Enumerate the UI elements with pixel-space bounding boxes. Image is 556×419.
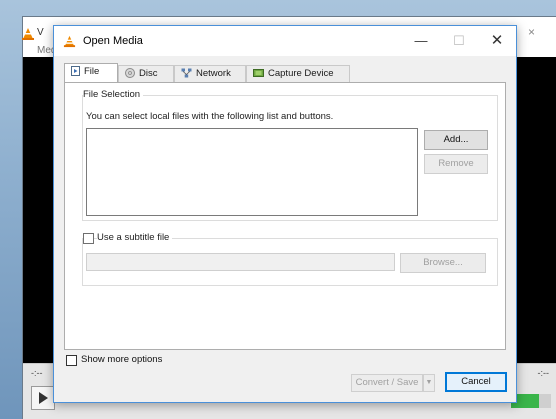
total-time: -:-- — [537, 368, 550, 378]
chevron-down-icon: ▼ — [425, 379, 433, 386]
dialog-title: Open Media — [83, 35, 143, 47]
file-list[interactable] — [86, 128, 418, 216]
media-source-tabs: File Disc Network Capture Device — [64, 63, 504, 83]
capture-device-icon — [253, 69, 264, 78]
minimize-button[interactable]: — — [402, 26, 440, 56]
file-selection-description: You can select local files with the foll… — [86, 111, 334, 122]
vlc-cone-icon — [22, 28, 34, 40]
file-selection-group: File Selection You can select local file… — [82, 89, 498, 221]
vlc-cone-icon — [63, 35, 76, 48]
volume-slider[interactable] — [511, 394, 551, 408]
close-button[interactable]: ✕ — [478, 26, 516, 56]
convert-save-button[interactable]: Convert / Save — [351, 374, 423, 392]
tab-capture-device[interactable]: Capture Device — [246, 65, 350, 82]
disc-icon — [125, 68, 135, 79]
remove-button[interactable]: Remove — [424, 154, 488, 174]
show-more-options-label[interactable]: Show more options — [81, 354, 162, 365]
file-icon — [71, 66, 80, 77]
tab-network[interactable]: Network — [174, 65, 246, 82]
convert-save-dropdown[interactable]: ▼ — [423, 374, 435, 392]
tab-file-label: File — [84, 66, 100, 77]
tab-capture-device-label: Capture Device — [268, 68, 334, 79]
tab-file[interactable]: File — [64, 63, 118, 83]
tab-network-label: Network — [196, 68, 231, 79]
desktop-background: V Medi × -:-- -:-- Open Media — ☐ ✕ File… — [0, 0, 556, 419]
tab-disc-label: Disc — [139, 68, 158, 79]
show-more-options-checkbox[interactable] — [66, 355, 77, 366]
vlc-main-close-button[interactable]: × — [528, 25, 535, 39]
file-tab-panel: File Selection You can select local file… — [64, 82, 506, 350]
cancel-button[interactable]: Cancel — [445, 372, 507, 392]
subtitle-checkbox-label[interactable]: Use a subtitle file — [97, 232, 173, 243]
add-button[interactable]: Add... — [424, 130, 488, 150]
subtitle-checkbox[interactable] — [83, 233, 94, 244]
maximize-button[interactable]: ☐ — [440, 26, 478, 56]
subtitle-path-field[interactable] — [86, 253, 395, 271]
tab-disc[interactable]: Disc — [118, 65, 174, 82]
play-button[interactable] — [31, 386, 55, 410]
network-icon — [181, 68, 192, 78]
subtitle-group: Use a subtitle file Browse... — [82, 232, 498, 286]
elapsed-time: -:-- — [31, 368, 43, 378]
open-media-dialog: Open Media — ☐ ✕ File Disc Network Captu… — [53, 25, 517, 403]
file-selection-label: File Selection — [83, 89, 144, 100]
dialog-titlebar[interactable]: Open Media — ☐ ✕ — [54, 26, 516, 56]
browse-button[interactable]: Browse... — [400, 253, 486, 273]
vlc-main-title: V — [37, 27, 44, 38]
